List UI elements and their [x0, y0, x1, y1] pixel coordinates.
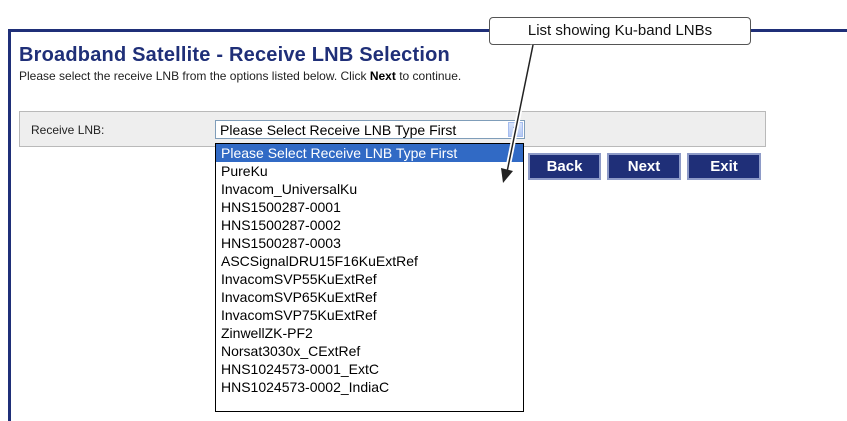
callout-arrow-icon [501, 44, 536, 183]
